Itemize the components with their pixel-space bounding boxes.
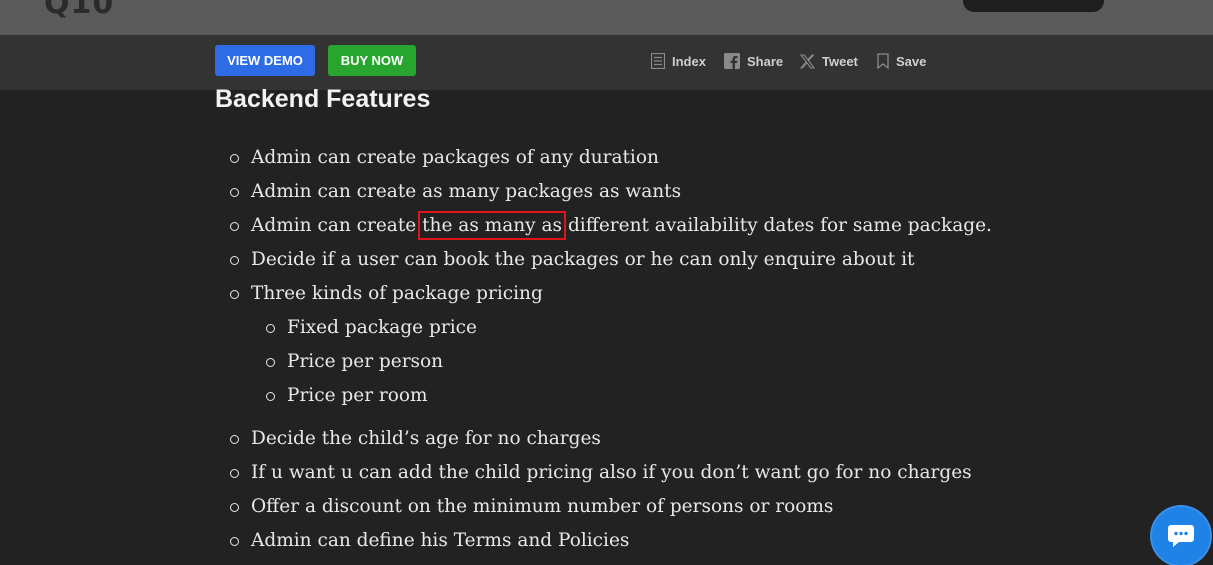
sub-list-item: Price per room xyxy=(266,379,990,413)
share-link[interactable]: Share xyxy=(724,52,783,70)
list-item: Offer a discount on the minimum number o… xyxy=(230,490,990,524)
top-navigation-bar: Q10 xyxy=(0,0,1213,35)
article-content: Backend Features xyxy=(215,84,975,114)
list-item: Decide if a user can book the packages o… xyxy=(230,243,990,277)
list-item: Admin can create packages of any duratio… xyxy=(230,141,990,175)
index-label: Index xyxy=(672,53,706,69)
list-item: Admin can create the as many as differen… xyxy=(230,209,992,243)
tweet-label: Tweet xyxy=(822,53,858,69)
nested-list-container: Fixed package price Price per person Pri… xyxy=(230,311,990,413)
index-icon xyxy=(651,53,665,69)
list-item-text: Admin can create xyxy=(251,215,417,236)
bookmark-icon xyxy=(877,53,889,69)
highlighted-text: the as many as xyxy=(418,211,567,240)
pricing-sublist: Fixed package price Price per person Pri… xyxy=(230,311,990,413)
share-label: Share xyxy=(747,53,784,69)
x-icon xyxy=(800,53,815,69)
list-item-text: different availability dates for same pa… xyxy=(567,215,992,236)
list-item: If u want u can add the child pricing al… xyxy=(230,456,990,490)
site-logo[interactable]: Q10 xyxy=(44,0,114,21)
list-item: Three kinds of package pricing xyxy=(230,277,990,311)
save-link[interactable]: Save xyxy=(877,52,926,70)
index-link[interactable]: Index xyxy=(651,52,706,70)
top-pill-button[interactable] xyxy=(963,0,1104,12)
section-heading: Backend Features xyxy=(215,85,431,113)
buy-now-button[interactable]: BUY NOW xyxy=(328,45,416,76)
chat-bubble-icon xyxy=(1168,525,1194,547)
list-item: Decide the child’s age for no charges xyxy=(230,422,990,456)
chat-button[interactable] xyxy=(1152,507,1210,565)
facebook-icon xyxy=(724,53,740,69)
sub-list-item: Fixed package price xyxy=(266,311,990,345)
save-label: Save xyxy=(896,53,927,69)
list-item: Admin can define his Terms and Policies xyxy=(230,524,990,558)
features-list: Admin can create packages of any duratio… xyxy=(230,141,992,558)
tweet-link[interactable]: Tweet xyxy=(800,52,858,70)
list-item: Admin can create as many packages as wan… xyxy=(230,175,990,209)
action-bar: VIEW DEMO BUY NOW Index Share Tweet Save xyxy=(0,35,1213,90)
sub-list-item: Price per person xyxy=(266,345,990,379)
view-demo-button[interactable]: VIEW DEMO xyxy=(215,45,315,76)
